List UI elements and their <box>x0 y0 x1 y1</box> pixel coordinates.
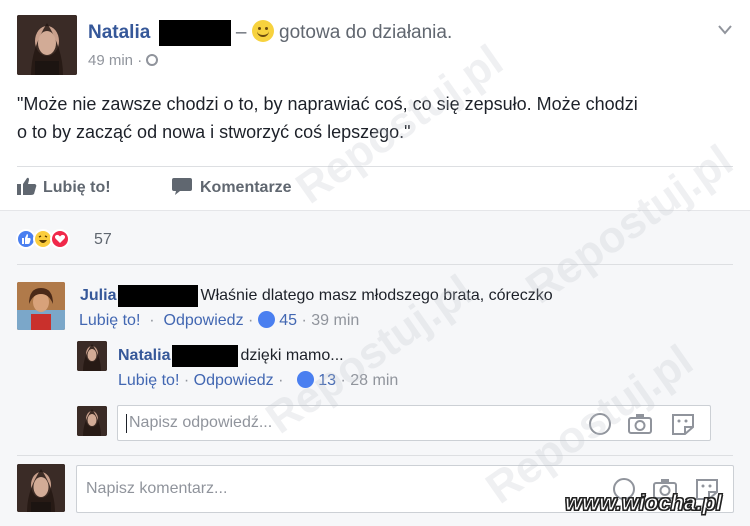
post-text-line-2: o to by zacząć od nowa i stworzyć coś le… <box>17 122 411 142</box>
comment-input-avatar <box>17 464 65 512</box>
wiocha-watermark: www.wiocha.pl <box>565 490 723 516</box>
camera-icon[interactable] <box>628 413 652 440</box>
comment-button-label: Komentarze <box>200 179 292 196</box>
like-icon <box>257 311 275 328</box>
globe-icon <box>146 54 159 66</box>
divider <box>17 455 733 456</box>
reply-time[interactable]: 28 min <box>350 372 398 389</box>
post-options-chevron-icon[interactable] <box>718 22 732 35</box>
author-avatar[interactable] <box>17 15 77 75</box>
emoji-icon[interactable] <box>589 413 611 435</box>
redacted-surname <box>158 20 231 46</box>
comment-reply-link[interactable]: Odpowiedz <box>164 312 244 329</box>
divider <box>17 166 733 167</box>
facebook-post-card: Natalia – gotowa do działania. 49 min · … <box>0 0 750 526</box>
comment-text: Właśnie dlatego masz młodszego brata, có… <box>200 287 553 305</box>
reply-input[interactable] <box>129 406 579 440</box>
sticker-icon[interactable] <box>671 413 695 440</box>
post-text-line-1: "Może nie zawsze chodzi o to, by naprawi… <box>17 94 638 114</box>
comment-like-count[interactable]: 45 <box>279 312 297 329</box>
like-button[interactable]: Lubię to! <box>17 177 111 200</box>
comment-1-actions: Lubię to! · Odpowiedz · 45 · 39 min <box>79 311 360 329</box>
comment-like-link[interactable]: Lubię to! <box>79 312 140 329</box>
reply-like-link[interactable]: Lubię to! <box>118 372 179 389</box>
reply-author-avatar[interactable] <box>77 341 107 371</box>
comment-bubble-icon <box>172 177 192 200</box>
comment-1: Julia Właśnie dlatego masz młodszego brat… <box>80 285 553 307</box>
reply-like-count[interactable]: 13 <box>318 372 336 389</box>
comment-2: Natalia dzięki mamo... <box>118 345 344 367</box>
feeling-text: gotowa do działania. <box>279 22 453 44</box>
redacted-surname <box>172 345 239 367</box>
reply-input-box <box>117 405 711 441</box>
like-button-label: Lubię to! <box>43 179 111 196</box>
text-cursor <box>126 414 127 433</box>
post-header: Natalia – gotowa do działania. <box>88 20 452 46</box>
comment-author-avatar[interactable] <box>17 282 65 330</box>
comment-button[interactable]: Komentarze <box>172 177 292 200</box>
reaction-count[interactable]: 57 <box>94 231 112 249</box>
comment-2-actions: Lubię to! · Odpowiedz · 13 · 28 min <box>118 371 399 389</box>
reply-text: dzięki mamo... <box>240 347 344 365</box>
comment-author-name[interactable]: Julia <box>80 287 116 304</box>
post-meta: 49 min · <box>88 52 159 69</box>
feeling-dash: – <box>235 22 247 44</box>
thumbs-up-icon <box>17 177 37 200</box>
reply-author-name[interactable]: Natalia <box>118 347 170 364</box>
love-icon[interactable] <box>50 229 70 249</box>
author-name[interactable]: Natalia <box>88 22 150 43</box>
comment-input[interactable] <box>86 466 566 512</box>
comment-time[interactable]: 39 min <box>311 312 359 329</box>
post-timestamp[interactable]: 49 min <box>88 52 133 69</box>
wiocha-watermark-text: www.wiocha.pl <box>565 490 723 516</box>
divider <box>17 264 733 265</box>
reply-input-avatar <box>77 406 107 436</box>
smiley-icon <box>251 20 274 43</box>
reply-reply-link[interactable]: Odpowiedz <box>194 372 274 389</box>
redacted-surname <box>118 285 199 307</box>
like-icon <box>296 371 314 388</box>
